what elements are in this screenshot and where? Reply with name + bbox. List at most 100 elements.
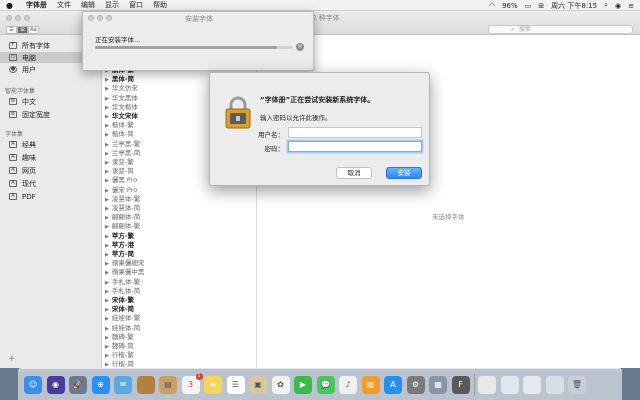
- sidebar-item-fixed-width[interactable]: ⚙ 固定宽度: [0, 109, 101, 120]
- finder-icon[interactable]: ☺: [24, 375, 42, 394]
- font-family-row[interactable]: ▶ 华文宋体: [105, 110, 138, 120]
- safari-icon[interactable]: ⊕: [91, 375, 110, 394]
- sidebar-item-label: 现代: [22, 179, 36, 188]
- font-family-row[interactable]: ▶ 兰亭黑-繁: [105, 138, 140, 148]
- sidebar-item-classic[interactable]: A 经典: [0, 139, 101, 150]
- minimize-window-button[interactable]: [15, 15, 21, 21]
- battery-percent[interactable]: 96%: [502, 2, 518, 10]
- font-family-row[interactable]: ▶ 凌慧体-繁: [105, 193, 140, 203]
- input-method-icon[interactable]: ⊞: [538, 2, 544, 10]
- document-icon[interactable]: [545, 375, 564, 394]
- battery-icon[interactable]: ▭: [525, 2, 532, 10]
- font-family-row[interactable]: ▶ 手札体-繁: [105, 276, 140, 286]
- dock-glyph: ☺: [28, 380, 38, 389]
- font-family-row[interactable]: ▶ 苹方-简: [105, 248, 134, 258]
- music-icon[interactable]: ♪: [339, 375, 357, 394]
- sidebar-item-fun[interactable]: A 趣味: [0, 152, 101, 163]
- notes-wood-icon[interactable]: [136, 375, 155, 394]
- font-family-row[interactable]: ▶ 蘋果儷中黑: [105, 266, 144, 276]
- preview-icon[interactable]: ▣: [249, 375, 267, 394]
- dock-glyph: 🚀: [73, 380, 83, 389]
- trash-icon[interactable]: 🗑: [568, 375, 586, 394]
- launchpad-icon[interactable]: 🚀: [69, 375, 87, 394]
- menu-help[interactable]: 帮助: [153, 0, 167, 10]
- menu-window[interactable]: 窗口: [129, 0, 143, 10]
- reminders-icon[interactable]: ☰: [226, 375, 245, 394]
- grid-view-button[interactable]: ⊞: [17, 26, 28, 34]
- siri-menu-icon[interactable]: ◉: [615, 2, 621, 10]
- font-family-row[interactable]: ▶ 宋体-简: [105, 303, 134, 313]
- siri-icon[interactable]: ◉: [46, 375, 65, 394]
- font-family-row[interactable]: ▶ 行楷-繁: [105, 349, 134, 359]
- font-family-row[interactable]: ▶ 楷体-简: [105, 128, 134, 138]
- cancel-button[interactable]: 取消: [336, 167, 372, 179]
- add-collection-button[interactable]: +: [8, 354, 16, 364]
- font-family-row[interactable]: ▶ 苹方-港: [105, 239, 134, 249]
- sidebar-item-modern[interactable]: A 现代: [0, 178, 101, 189]
- sample-view-button[interactable]: Aa: [28, 26, 39, 34]
- contacts-icon[interactable]: ▤: [159, 375, 177, 394]
- font-family-row[interactable]: ▶ 凌慧体-简: [105, 202, 140, 212]
- font-family-row[interactable]: ▶ 儷黑 Pro: [105, 174, 137, 184]
- font-family-row[interactable]: ▶ 蘋果儷細宋: [105, 257, 144, 267]
- font-family-row[interactable]: ▶ 儷宋 Pro: [105, 184, 137, 194]
- menu-edit[interactable]: 编辑: [81, 0, 95, 10]
- sidebar-item-web[interactable]: A 网页: [0, 165, 101, 176]
- document-icon[interactable]: [523, 375, 541, 394]
- wifi-icon[interactable]: ◠: [489, 2, 495, 10]
- cancel-install-button[interactable]: ×: [296, 43, 304, 51]
- font-family-row[interactable]: ▶ 华文楷体: [105, 101, 138, 111]
- collection-icon: ⚙: [9, 98, 17, 105]
- font-family-row[interactable]: ▶ 行楷-简: [105, 358, 134, 368]
- menu-view[interactable]: 显示: [105, 0, 119, 10]
- dock-glyph: ☰: [231, 380, 240, 389]
- document-icon[interactable]: [500, 375, 519, 394]
- spotlight-icon[interactable]: ⌕: [604, 1, 608, 10]
- font-family-row[interactable]: ▶ 宋体-繁: [105, 294, 134, 304]
- image-capture-icon[interactable]: ▦: [429, 375, 447, 394]
- dock-glyph: 💬: [320, 380, 331, 389]
- menu-app-name[interactable]: 字体册: [26, 0, 47, 10]
- books-icon[interactable]: ▥: [361, 375, 380, 394]
- password-field[interactable]: [288, 141, 422, 152]
- zoom-window-button[interactable]: [24, 15, 30, 21]
- document-icon[interactable]: [478, 375, 496, 394]
- font-family-row[interactable]: ▶ 隶变-繁: [105, 156, 134, 166]
- messages-icon[interactable]: 💬: [316, 375, 335, 394]
- calendar-icon[interactable]: 31: [181, 372, 203, 394]
- list-view-button[interactable]: ☰: [6, 26, 17, 34]
- sidebar-item-chinese[interactable]: ⚙ 中文: [0, 96, 101, 107]
- search-input[interactable]: ⌕ 搜索: [488, 25, 633, 34]
- font-family-row[interactable]: ▶ 手札体-简: [105, 285, 140, 295]
- font-family-row[interactable]: ▶ 翩翩体-繁: [105, 220, 140, 230]
- font-family-row[interactable]: ▶ 黑体-简: [105, 73, 134, 83]
- facetime-icon[interactable]: ▶: [294, 375, 312, 394]
- username-field[interactable]: [288, 127, 422, 138]
- font-family-row[interactable]: ▶ 华文黑体: [105, 92, 138, 102]
- font-family-row[interactable]: ▶ 魏碑-简: [105, 340, 134, 350]
- appstore-icon[interactable]: A: [384, 375, 402, 394]
- menu-file[interactable]: 文件: [57, 0, 71, 10]
- mail-icon[interactable]: ✉: [114, 375, 132, 394]
- close-window-button[interactable]: [6, 15, 12, 21]
- clock[interactable]: 周六 下午8:15: [551, 1, 597, 11]
- photos-icon[interactable]: ✿: [271, 375, 290, 394]
- apple-menu-icon[interactable]: ●: [6, 1, 16, 10]
- font-family-row[interactable]: ▶ 华文仿宋: [105, 82, 138, 92]
- dock-separator: [474, 373, 475, 396]
- notes-icon[interactable]: ≡: [204, 375, 222, 394]
- install-button[interactable]: 安装: [386, 167, 422, 179]
- font-family-row[interactable]: ▶ 苹方-繁: [105, 230, 134, 240]
- font-family-row[interactable]: ▶ 娃娃体-繁: [105, 312, 140, 322]
- font-family-row[interactable]: ▶ 翩翩体-简: [105, 211, 140, 221]
- system-preferences-icon[interactable]: ⚙: [406, 375, 425, 394]
- font-book-icon[interactable]: F: [451, 375, 470, 394]
- sidebar-item-pdf[interactable]: A PDF: [0, 191, 101, 202]
- notification-center-icon[interactable]: ≡: [628, 2, 634, 10]
- computer-icon: ▭: [9, 54, 17, 61]
- font-family-row[interactable]: ▶ 魏碑-繁: [105, 331, 134, 341]
- font-family-row[interactable]: ▶ 楷体-繁: [105, 119, 134, 129]
- font-family-row[interactable]: ▶ 隶变-简: [105, 165, 134, 175]
- font-family-row[interactable]: ▶ 兰亭黑-简: [105, 147, 140, 157]
- font-family-row[interactable]: ▶ 娃娃体-简: [105, 322, 140, 332]
